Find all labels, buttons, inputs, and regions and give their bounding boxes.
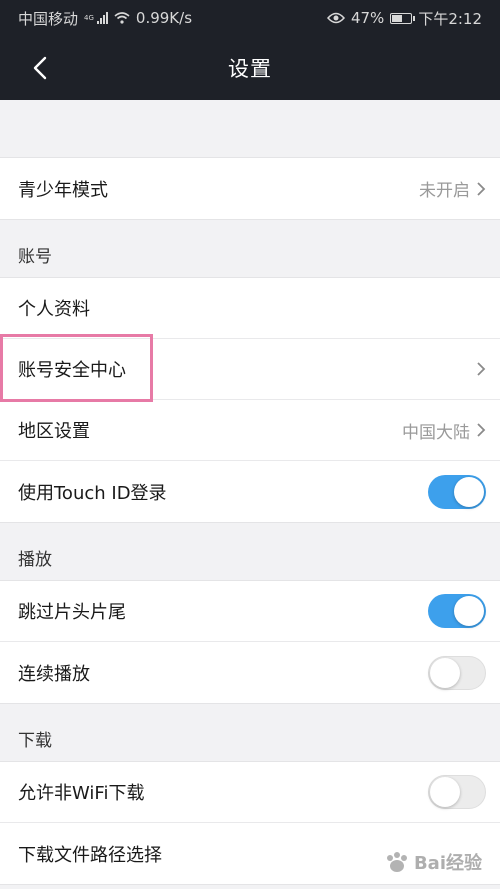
page-title: 设置 (228, 57, 272, 81)
teen-mode-value: 未开启 (419, 181, 470, 201)
skip-intro-row: 跳过片头片尾 (0, 581, 500, 642)
wifi-icon (114, 12, 130, 24)
teen-mode-label: 青少年模式 (18, 179, 108, 201)
eye-icon (326, 12, 345, 24)
teen-group: 青少年模式 未开启 (0, 157, 500, 220)
region-row[interactable]: 地区设置 中国大陆 (0, 400, 500, 461)
chevron-right-icon (477, 181, 486, 196)
region-label: 地区设置 (18, 421, 90, 442)
carrier-name: 中国移动 (18, 9, 79, 28)
autoplay-row: 连续播放 (0, 642, 500, 703)
non-wifi-download-row: 允许非WiFi下载 (0, 762, 500, 823)
region-value: 中国大陆 (402, 422, 470, 443)
network-type: 4G (84, 14, 94, 22)
teen-mode-row[interactable]: 青少年模式 未开启 (0, 158, 500, 219)
profile-row[interactable]: 个人资料 (0, 278, 500, 339)
watermark-text: Bai经验 (413, 853, 482, 874)
account-group: 个人资料 账号安全中心 地区设置 中国大陆 使用Touch ID登录 (0, 277, 500, 523)
chevron-right-icon (477, 423, 486, 437)
touch-id-toggle[interactable] (428, 474, 486, 509)
back-button[interactable] (28, 54, 52, 82)
settings-list: 青少年模式 未开启 账号 个人资料 账号安全中心 地区设置 中国大陆 使用Tou… (0, 100, 500, 885)
skip-intro-label: 跳过片头片尾 (18, 602, 126, 623)
status-bar: 中国移动 4G 0.99K/s 47% 下午2:12 (0, 0, 500, 36)
playback-group: 跳过片头片尾 连续播放 (0, 580, 500, 704)
battery-icon (390, 12, 416, 24)
paw-icon (386, 852, 407, 872)
non-wifi-download-label: 允许非WiFi下载 (18, 783, 145, 804)
autoplay-toggle[interactable] (428, 655, 486, 690)
signal-icon (96, 12, 108, 24)
battery-percent: 47% (350, 9, 385, 27)
profile-label: 个人资料 (18, 299, 90, 320)
network-speed: 0.99K/s (135, 9, 193, 27)
chevron-left-icon (33, 56, 47, 80)
nav-bar: 设置 (0, 36, 500, 100)
autoplay-label: 连续播放 (18, 663, 90, 685)
non-wifi-download-toggle[interactable] (428, 775, 486, 809)
section-header-playback: 播放 (18, 550, 52, 570)
download-path-label: 下载文件路径选择 (18, 844, 162, 866)
watermark: Bai经验 (384, 849, 482, 875)
section-header-account: 账号 (18, 247, 52, 267)
clock: 下午2:12 (418, 9, 482, 28)
security-center-row[interactable]: 账号安全中心 (0, 339, 500, 400)
security-center-label: 账号安全中心 (18, 360, 126, 381)
touch-id-row: 使用Touch ID登录 (0, 461, 500, 522)
skip-intro-toggle[interactable] (428, 594, 486, 628)
section-header-download: 下载 (18, 731, 52, 751)
touch-id-label: 使用Touch ID登录 (18, 482, 167, 504)
chevron-right-icon (477, 362, 486, 376)
